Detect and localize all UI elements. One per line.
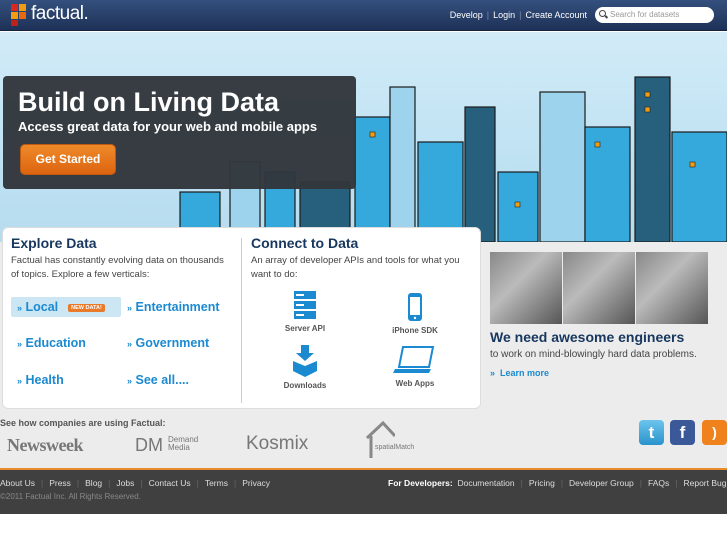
footer-developer-group[interactable]: Developer Group xyxy=(569,478,634,488)
developer-links: For Developers: Documentation | Pricing | De… xyxy=(388,478,727,488)
hero-title: Build on Living Data xyxy=(18,87,279,117)
facebook-icon[interactable]: f xyxy=(670,420,695,445)
tool-web-apps[interactable]: Web Apps xyxy=(380,345,450,388)
spatialmatch-house-icon xyxy=(365,420,395,458)
nav-login[interactable]: Login xyxy=(493,10,515,20)
engineer-photo xyxy=(636,252,708,324)
factual-logo-icon[interactable] xyxy=(11,4,27,26)
search-icon xyxy=(599,10,606,17)
footer-documentation[interactable]: Documentation xyxy=(457,478,514,488)
spatialmatch-logo[interactable]: spatialMatch xyxy=(375,444,414,451)
footer-press[interactable]: Press xyxy=(49,478,71,488)
tool-downloads[interactable]: Downloads xyxy=(270,345,340,390)
dm-logo[interactable]: DM xyxy=(135,435,163,456)
vertical-government[interactable]: » Government xyxy=(121,333,215,353)
nav-create-account[interactable]: Create Account xyxy=(525,10,587,20)
header-nav: Develop | Login | Create Account xyxy=(449,10,587,20)
raquo: » xyxy=(17,376,23,386)
footer-links: About Us | Press | Blog | Jobs | Contact Us | Term… xyxy=(0,478,271,488)
vertical-label: Education xyxy=(25,336,86,350)
raquo: » xyxy=(127,303,133,313)
tool-label: iPhone SDK xyxy=(392,326,438,335)
kosmix-logo[interactable]: Kosmix xyxy=(246,433,308,455)
footer-about[interactable]: About Us xyxy=(0,478,35,488)
search-input[interactable]: Search for datasets xyxy=(595,7,714,23)
for-developers-label: For Developers: xyxy=(388,478,453,488)
footer-blog[interactable]: Blog xyxy=(85,478,102,488)
raquo: » xyxy=(17,339,23,349)
vertical-entertainment[interactable]: » Entertainment xyxy=(121,297,226,317)
server-icon xyxy=(294,291,316,319)
vertical-see-all[interactable]: » See all.... xyxy=(121,370,195,390)
engineer-photo xyxy=(563,252,635,324)
vertical-label: Government xyxy=(135,336,210,350)
top-nav-bar: factual. Develop | Login | Create Account Se… xyxy=(0,0,727,31)
logo-text[interactable]: factual. xyxy=(31,3,89,25)
engineers-photos[interactable] xyxy=(490,252,708,324)
vertical-label: Local xyxy=(25,300,59,314)
new-data-badge: NEW DATA! xyxy=(68,303,105,312)
laptop-icon xyxy=(393,346,435,373)
newsweek-logo[interactable]: Newsweek xyxy=(7,435,83,456)
explore-desc: Factual has constantly evolving data on … xyxy=(11,255,224,280)
jobs-title: We need awesome engineers xyxy=(490,329,685,345)
iphone-icon xyxy=(408,293,422,321)
footer: About Us | Press | Blog | Jobs | Contact Us | Term… xyxy=(0,468,727,514)
engineer-photo xyxy=(490,252,562,324)
footer-faqs[interactable]: FAQs xyxy=(648,478,669,488)
vertical-education[interactable]: » Education xyxy=(11,333,92,353)
twitter-icon[interactable]: t xyxy=(639,420,664,445)
demand-media-logo[interactable]: Demand Media xyxy=(168,436,208,452)
hero-callout: Build on Living Data Access great data f… xyxy=(3,76,356,189)
copyright: ©2011 Factual Inc. All Rights Reserved. xyxy=(0,492,141,501)
tool-label: Server API xyxy=(284,324,326,333)
vertical-label: See all.... xyxy=(135,373,190,387)
footer-pricing[interactable]: Pricing xyxy=(529,478,555,488)
download-box-icon xyxy=(293,345,317,377)
vertical-local[interactable]: » Local NEW DATA! xyxy=(11,297,121,317)
tool-label: Downloads xyxy=(283,381,327,390)
hero-subtitle: Access great data for your web and mobil… xyxy=(18,119,318,134)
explore-title: Explore Data xyxy=(11,235,97,251)
tool-server-api[interactable]: Server API xyxy=(270,290,340,333)
connect-title: Connect to Data xyxy=(251,235,359,251)
vertical-label: Health xyxy=(25,373,64,387)
learn-more-link[interactable]: » Learn more xyxy=(490,368,549,378)
tool-iphone-sdk[interactable]: iPhone SDK xyxy=(380,292,450,335)
footer-terms[interactable]: Terms xyxy=(205,478,228,488)
footer-report-bug[interactable]: Report Bug xyxy=(683,478,726,488)
customers-heading: See how companies are using Factual: xyxy=(0,418,166,428)
connect-desc: An array of developer APIs and tools for… xyxy=(251,255,460,280)
panel-divider xyxy=(241,238,242,403)
get-started-button[interactable]: Get Started xyxy=(20,144,116,175)
footer-privacy[interactable]: Privacy xyxy=(242,478,270,488)
learn-more-label: Learn more xyxy=(500,368,550,378)
jobs-subtitle: to work on mind-blowingly hard data prob… xyxy=(490,349,697,360)
nav-develop[interactable]: Develop xyxy=(450,10,483,20)
vertical-label: Entertainment xyxy=(135,300,220,314)
tool-label: Web Apps xyxy=(395,379,435,388)
rss-icon[interactable]: ) xyxy=(702,420,727,445)
search-placeholder: Search for datasets xyxy=(610,10,680,19)
vertical-health[interactable]: » Health xyxy=(11,370,70,390)
raquo: » xyxy=(490,368,496,378)
footer-contact[interactable]: Contact Us xyxy=(149,478,191,488)
data-panel: Explore Data Factual has constantly evol… xyxy=(2,227,481,409)
hero-banner: Build on Living Data Access great data f… xyxy=(0,32,727,242)
raquo: » xyxy=(127,339,133,349)
raquo: » xyxy=(127,376,133,386)
footer-jobs[interactable]: Jobs xyxy=(116,478,134,488)
raquo: » xyxy=(17,303,23,313)
